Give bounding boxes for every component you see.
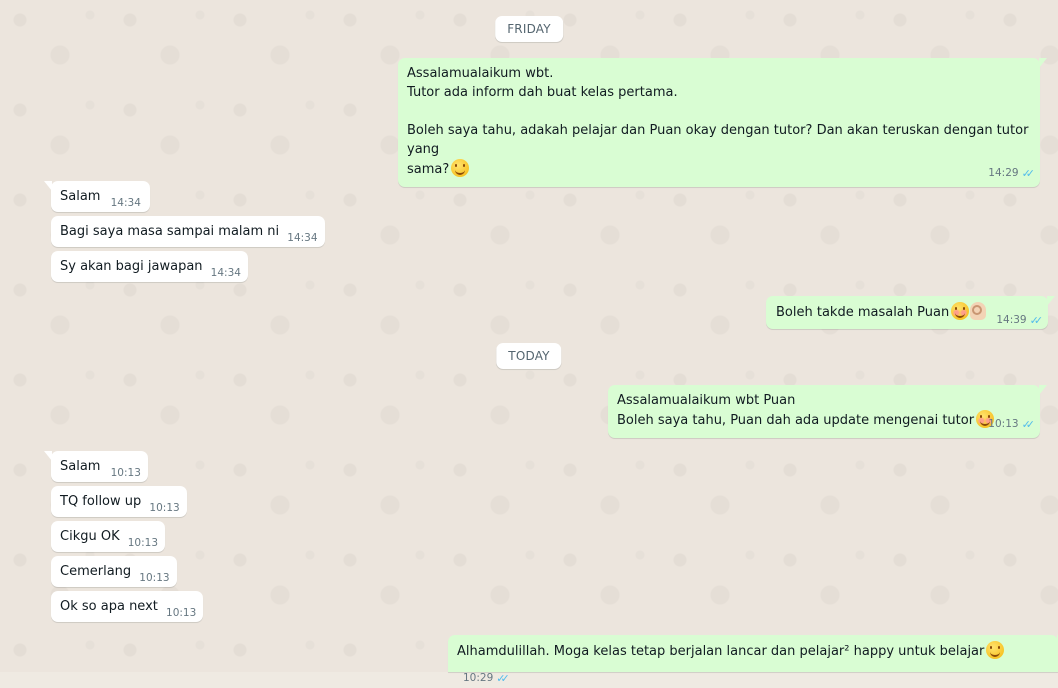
message-text: Assalamualaikum wbt Puan Boleh saya tahu… xyxy=(617,393,975,428)
message-bubble-outgoing[interactable]: Boleh takde masalah Puan 14:39 ✓✓ xyxy=(766,296,1056,330)
message-meta: 10:13 ✓✓ xyxy=(988,415,1036,434)
message-bubble-incoming[interactable]: TQ follow up 10:13 xyxy=(51,486,187,517)
message-meta: 14:34 xyxy=(287,229,317,248)
message-time: 10:13 xyxy=(110,467,141,479)
message-bubble-outgoing[interactable]: Assalamualaikum wbt. Tutor ada inform da… xyxy=(398,58,1047,187)
message-bubble-incoming[interactable]: Bagi saya masa sampai malam ni 14:34 xyxy=(51,216,325,247)
message-meta: 10:13 xyxy=(166,604,196,623)
message-meta: 14:34 xyxy=(211,264,241,283)
message-meta: 14:29 ✓✓ xyxy=(988,164,1036,183)
date-divider-friday: FRIDAY xyxy=(495,16,563,42)
message-meta: 10:13 xyxy=(111,464,141,483)
message-time: 10:13 xyxy=(988,418,1019,430)
message-text: Salam xyxy=(60,189,101,204)
message-bubble-outgoing[interactable]: Assalamualaikum wbt Puan Boleh saya tahu… xyxy=(608,385,1047,438)
message-text: Cikgu OK xyxy=(60,529,120,544)
message-text: Assalamualaikum wbt. Tutor ada inform da… xyxy=(407,66,1029,177)
message-time: 10:13 xyxy=(127,537,159,549)
read-receipt-icon: ✓✓ xyxy=(1021,418,1036,431)
message-time: 14:29 xyxy=(988,167,1019,179)
message-meta: 14:39 ✓✓ xyxy=(996,311,1044,330)
message-text: Ok so apa next xyxy=(60,599,158,614)
message-text: Alhamdulillah. Moga kelas tetap berjalan… xyxy=(457,644,985,659)
message-meta: 10:13 xyxy=(128,534,158,553)
message-meta: 10:13 xyxy=(149,499,179,518)
message-time: 14:34 xyxy=(110,197,141,209)
message-time: 14:39 xyxy=(996,314,1027,326)
message-time: 10:13 xyxy=(139,572,170,584)
ok-hand-icon xyxy=(970,302,987,320)
message-text: Sy akan bagi jawapan xyxy=(60,259,203,274)
message-time: 10:13 xyxy=(166,607,197,619)
read-receipt-icon: ✓✓ xyxy=(1029,314,1044,327)
message-bubble-outgoing[interactable]: Alhamdulillah. Moga kelas tetap berjalan… xyxy=(448,635,1058,685)
message-time: 14:34 xyxy=(287,232,318,244)
message-bubble-incoming[interactable]: Cikgu OK 10:13 xyxy=(51,521,166,553)
message-time: 14:34 xyxy=(210,267,241,279)
message-text: Cemerlang xyxy=(60,564,132,579)
message-text: TQ follow up xyxy=(60,494,142,509)
message-bubble-incoming[interactable]: Ok so apa next 10:13 xyxy=(51,591,204,623)
message-bubble-incoming[interactable]: Salam 10:13 xyxy=(44,451,148,483)
message-bubble-incoming[interactable]: Cemerlang 10:13 xyxy=(51,556,177,587)
blush-face-icon xyxy=(951,302,970,320)
date-divider-today: TODAY xyxy=(496,343,562,369)
message-text: Boleh takde masalah Puan xyxy=(776,305,950,320)
message-bubble-incoming[interactable]: Salam 14:34 xyxy=(44,181,150,213)
message-time: 10:13 xyxy=(149,502,180,514)
smiling-face-icon xyxy=(451,159,470,177)
message-text: Salam xyxy=(60,459,101,474)
smiling-face-icon xyxy=(986,641,1005,659)
message-meta: 14:34 xyxy=(111,194,141,213)
read-receipt-icon: ✓✓ xyxy=(1021,167,1036,180)
message-text: Bagi saya masa sampai malam ni xyxy=(60,224,280,239)
message-meta: 10:13 xyxy=(139,569,169,588)
message-bubble-incoming[interactable]: Sy akan bagi jawapan 14:34 xyxy=(51,251,248,282)
